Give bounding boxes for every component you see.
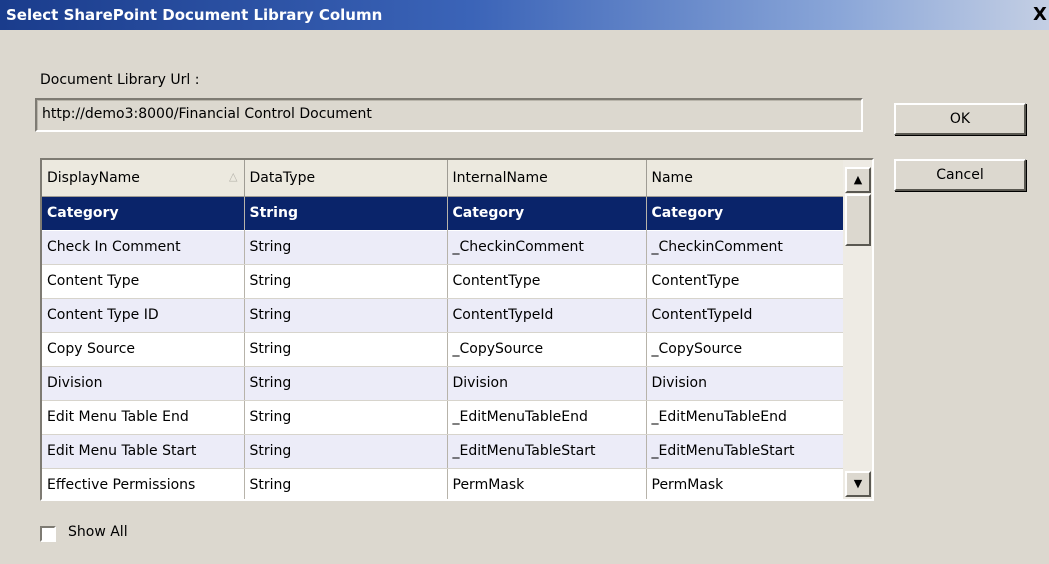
columns-grid[interactable]: DisplayName △ DataType InternalName Name…	[40, 158, 874, 501]
title-bar[interactable]: Select SharePoint Document Library Colum…	[0, 0, 1049, 30]
table-cell: ContentTypeId	[646, 298, 844, 333]
table-row[interactable]: Division String Division Division	[42, 366, 844, 401]
table-cell: _CopySource	[447, 332, 647, 367]
table-cell: String	[244, 195, 448, 231]
table-cell: _EditMenuTableEnd	[447, 400, 647, 435]
scroll-thumb[interactable]	[845, 194, 871, 246]
table-cell: _CheckinComment	[646, 230, 844, 265]
table-cell: Content Type ID	[42, 298, 245, 333]
table-cell: String	[244, 332, 448, 367]
header-row: DisplayName △ DataType InternalName Name	[42, 160, 844, 197]
dialog-title: Select SharePoint Document Library Colum…	[6, 6, 383, 24]
table-cell: Check In Comment	[42, 230, 245, 265]
table-cell: String	[244, 366, 448, 401]
table-cell: Category	[646, 195, 844, 231]
table-cell: PermMask	[447, 468, 647, 499]
table-cell: String	[244, 230, 448, 265]
table-cell: Effective Permissions	[42, 468, 245, 499]
scroll-down-icon[interactable]: ▼	[845, 471, 871, 497]
column-header-datatype[interactable]: DataType	[244, 160, 448, 197]
table-cell: Division	[42, 366, 245, 401]
url-label: Document Library Url :	[40, 72, 200, 88]
column-header-internalname[interactable]: InternalName	[447, 160, 647, 197]
column-header-name[interactable]: Name	[646, 160, 844, 197]
table-cell: ContentType	[447, 264, 647, 299]
table-cell: PermMask	[646, 468, 844, 499]
table-row[interactable]: Effective Permissions String PermMask PermM…	[42, 468, 844, 499]
table-cell: _EditMenuTableEnd	[646, 400, 844, 435]
table-cell: Edit Menu Table Start	[42, 434, 245, 469]
table-cell: _EditMenuTableStart	[447, 434, 647, 469]
table-row[interactable]: Edit Menu Table End String _EditMenuTableE…	[42, 400, 844, 435]
close-icon[interactable]: X	[1033, 4, 1049, 26]
table-cell: _CopySource	[646, 332, 844, 367]
table-body: Category String Category Category Check In C…	[42, 195, 844, 499]
table-cell: Category	[447, 195, 647, 231]
table-cell: Division	[646, 366, 844, 401]
table-cell: String	[244, 468, 448, 499]
table-cell: _CheckinComment	[447, 230, 647, 265]
cancel-button[interactable]: Cancel	[894, 159, 1026, 191]
vertical-scrollbar[interactable]: ▲ ▼	[843, 160, 872, 499]
table-cell: String	[244, 264, 448, 299]
column-header-label: DisplayName	[47, 169, 140, 186]
sort-ascending-icon: △	[229, 170, 238, 183]
columns-table: DisplayName △ DataType InternalName Name…	[42, 160, 844, 499]
table-cell: String	[244, 400, 448, 435]
table-cell: Copy Source	[42, 332, 245, 367]
url-field[interactable]: http://demo3:8000/Financial Control Docu…	[35, 98, 863, 132]
table-row[interactable]: Category String Category Category	[42, 195, 844, 231]
checkbox-box[interactable]	[40, 526, 56, 542]
table-cell: ContentTypeId	[447, 298, 647, 333]
table-cell: Division	[447, 366, 647, 401]
table-cell: Edit Menu Table End	[42, 400, 245, 435]
table-row[interactable]: Check In Comment String _CheckinComment _Ch…	[42, 230, 844, 265]
ok-button[interactable]: OK	[894, 103, 1026, 135]
table-row[interactable]: Content Type ID String ContentTypeId Conten…	[42, 298, 844, 333]
table-row[interactable]: Edit Menu Table Start String _EditMenuTabl…	[42, 434, 844, 469]
table-cell: String	[244, 434, 448, 469]
table-row[interactable]: Content Type String ContentType ContentType	[42, 264, 844, 299]
table-cell: _EditMenuTableStart	[646, 434, 844, 469]
table-cell: Category	[42, 195, 245, 231]
column-header-displayname[interactable]: DisplayName △	[42, 160, 245, 197]
show-all-label: Show All	[68, 524, 128, 540]
table-cell: String	[244, 298, 448, 333]
table-row[interactable]: Copy Source String _CopySource _CopySource	[42, 332, 844, 367]
table-cell: ContentType	[646, 264, 844, 299]
scroll-up-icon[interactable]: ▲	[845, 167, 871, 193]
table-cell: Content Type	[42, 264, 245, 299]
